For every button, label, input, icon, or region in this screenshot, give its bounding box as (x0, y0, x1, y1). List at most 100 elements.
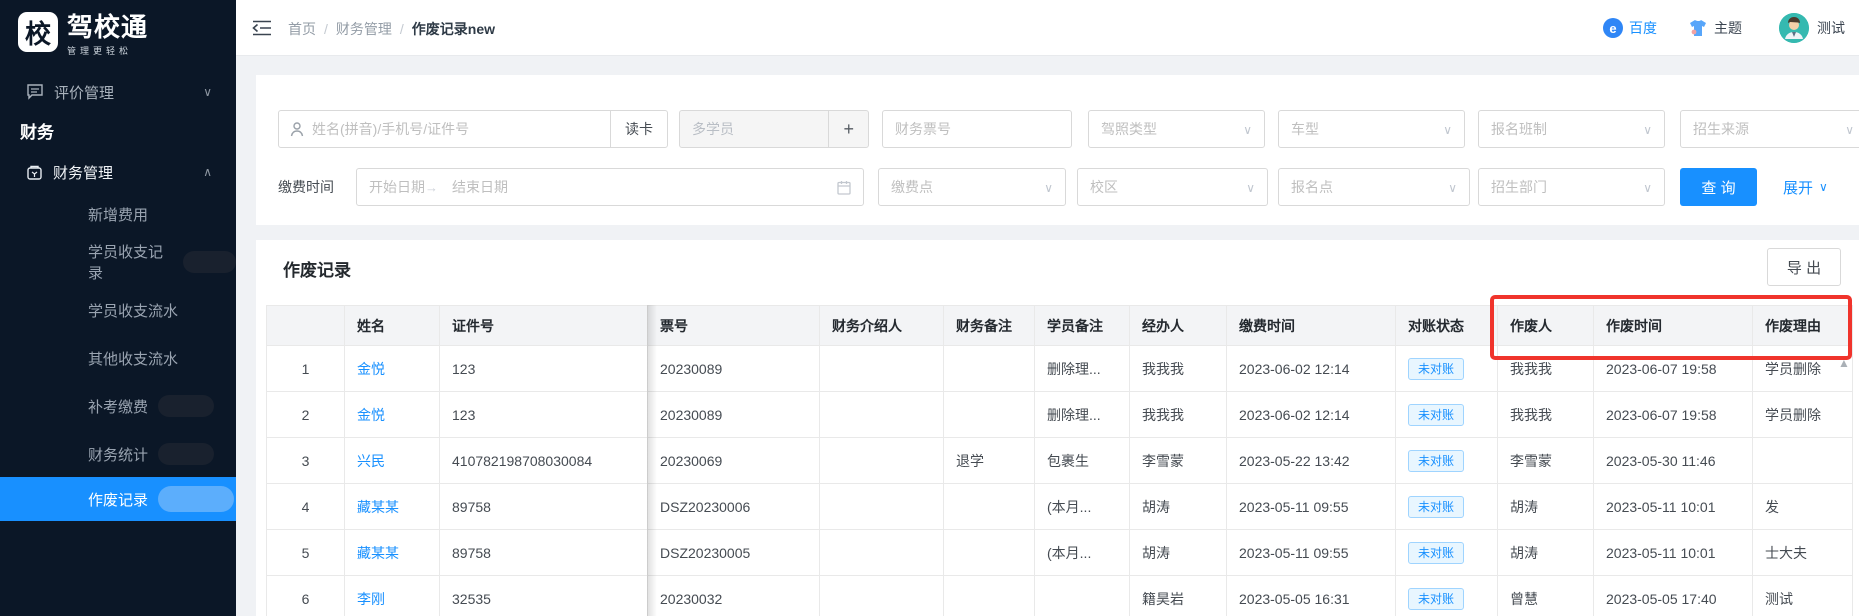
license-type-select[interactable]: 驾照类型 (1088, 110, 1265, 148)
cell-name: 兴民 (344, 437, 440, 484)
payment-date-range[interactable]: 开始日期 结束日期 (356, 168, 864, 206)
sidebar-item-evaluation[interactable]: 评价管理 ∨ (0, 72, 236, 112)
cell-pay_time: 2023-05-05 16:31 (1226, 575, 1396, 616)
cell-id: 123 (439, 391, 648, 438)
sidebar-item-student-payment-records[interactable]: 学员收支记录 (0, 242, 236, 282)
chevron-up-icon: ∧ (203, 165, 212, 179)
cell-index: 5 (266, 529, 345, 576)
student-search-input[interactable] (312, 121, 610, 137)
multi-student-field[interactable]: 多学员 + (679, 110, 869, 148)
breadcrumb-separator (324, 21, 328, 37)
status-badge: 未对账 (1408, 495, 1465, 518)
censored-badge (158, 395, 215, 417)
student-name-link[interactable]: 李刚 (357, 591, 385, 607)
table-header: 姓名 证件号 票号 财务介绍人 财务备注 学员备注 经办人 缴费时间 对账状态 作废人 作废时间 作废… (266, 305, 1853, 346)
finance-icon (26, 164, 43, 181)
sidebar-item-add-fee[interactable]: 新增费用 (0, 194, 236, 234)
cell-fin_intro (819, 483, 944, 530)
cell-void_time: 2023-05-11 10:01 (1593, 529, 1753, 576)
sidebar-item-retest-payment[interactable]: 补考缴费 (0, 386, 236, 426)
cell-fin_note (943, 391, 1035, 438)
avatar (1779, 13, 1809, 43)
baidu-shortcut[interactable]: e 百度 (1603, 0, 1657, 56)
read-card-button[interactable]: 读卡 (610, 111, 667, 147)
app-logo: 校 驾校通 管理更轻松 (18, 12, 148, 57)
username: 测试 (1817, 20, 1845, 36)
cell-ticket: 20230089 (647, 391, 820, 438)
cell-pay_time: 2023-06-02 12:14 (1226, 345, 1396, 392)
sidebar-item-other-payment-flow[interactable]: 其他收支流水 (0, 338, 236, 378)
censored-badge (183, 251, 236, 273)
chevron-down-icon (1243, 121, 1252, 137)
sidebar-item-void-records[interactable]: 作废记录 (0, 477, 236, 521)
campus-select[interactable]: 校区 (1077, 168, 1268, 206)
table-row: 5 藏某某 89758 DSZ20230005 (本月... 胡涛 2023-05-11 0… (266, 529, 1853, 576)
table-row: 3 兴民 410782198708030084 20230069 退学 包裹生 李雪蒙 202… (266, 437, 1853, 484)
select-placeholder: 报名班制 (1491, 121, 1547, 137)
col-header-fin_note: 财务备注 (943, 305, 1035, 346)
cell-pay_time: 2023-05-11 09:55 (1226, 483, 1396, 530)
cell-status: 未对账 (1395, 529, 1498, 576)
cell-fin_intro (819, 391, 944, 438)
cell-index: 6 (266, 575, 345, 616)
browser-icon: e (1603, 18, 1623, 38)
start-date-placeholder: 开始日期 (369, 179, 425, 195)
cell-index: 3 (266, 437, 345, 484)
select-placeholder: 车型 (1291, 121, 1319, 137)
logo-icon: 校 (18, 12, 58, 52)
student-name-link[interactable]: 金悦 (357, 361, 385, 377)
sidebar-item-finance-management[interactable]: 财务管理 ∧ (0, 152, 236, 192)
cell-void_by: 曾慧 (1497, 575, 1594, 616)
collapse-sidebar-icon[interactable] (252, 20, 272, 39)
enrollment-source-select[interactable]: 招生来源 (1680, 110, 1859, 148)
col-header-pay_time: 缴费时间 (1226, 305, 1396, 346)
sidebar-item-label: 评价管理 (54, 84, 115, 102)
sidebar-item-student-payment-flow[interactable]: 学员收支流水 (0, 290, 236, 330)
cell-status: 未对账 (1395, 437, 1498, 484)
student-name-link[interactable]: 金悦 (357, 407, 385, 423)
cell-operator: 籍昊岩 (1129, 575, 1227, 616)
sidebar-section-finance: 财务 (20, 123, 54, 142)
expand-filters-link[interactable]: 展开 ∨ (1783, 168, 1828, 206)
export-button[interactable]: 导 出 (1767, 248, 1841, 286)
cell-index: 4 (266, 483, 345, 530)
ticket-number-input[interactable] (895, 121, 1059, 137)
enrollment-dept-select[interactable]: 招生部门 (1478, 168, 1665, 206)
sidebar-item-label: 学员收支流水 (88, 302, 179, 320)
cell-void_reason: 士大夫 (1752, 529, 1853, 576)
cell-void_time: 2023-06-07 19:58 (1593, 345, 1753, 392)
search-button[interactable]: 查 询 (1680, 168, 1757, 206)
status-badge: 未对账 (1408, 403, 1465, 426)
cell-status: 未对账 (1395, 391, 1498, 438)
sidebar-item-finance-statistics[interactable]: 财务统计 (0, 434, 236, 474)
add-student-button[interactable]: + (828, 111, 868, 147)
theme-switcher[interactable]: 主题 (1688, 0, 1742, 56)
col-header-status: 对账状态 (1395, 305, 1498, 346)
cell-void_time: 2023-05-11 10:01 (1593, 483, 1753, 530)
void-records-panel: 作废记录 导 出 姓名 证件号 票号 财务介绍人 财务备注 学员备注 经办人 缴费时间 对账状态… (256, 240, 1859, 616)
student-name-link[interactable]: 兴民 (357, 453, 385, 469)
select-placeholder: 招生来源 (1693, 121, 1749, 137)
payment-point-select[interactable]: 缴费点 (878, 168, 1066, 206)
student-name-link[interactable]: 藏某某 (357, 499, 399, 515)
student-name-link[interactable]: 藏某某 (357, 545, 399, 561)
app-window: 校 驾校通 管理更轻松 评价管理 ∨ 财务 财务管理 ∧ 新增费用 学员收支记录 (0, 0, 1859, 616)
person-icon (290, 121, 304, 137)
breadcrumb-finance[interactable]: 财务管理 (336, 19, 392, 39)
registration-point-select[interactable]: 报名点 (1278, 168, 1470, 206)
vehicle-type-select[interactable]: 车型 (1278, 110, 1465, 148)
comment-icon (26, 84, 44, 100)
user-menu[interactable]: 测试 (1779, 0, 1845, 56)
table-row: 1 金悦 123 20230089 删除理... 我我我 2023-06-02 12:14 未… (266, 345, 1853, 392)
col-header-void_by: 作废人 (1497, 305, 1594, 346)
col-header-name: 姓名 (344, 305, 440, 346)
breadcrumb: 首页 财务管理 作废记录new (288, 19, 495, 39)
breadcrumb-home[interactable]: 首页 (288, 19, 316, 39)
cell-ticket: DSZ20230006 (647, 483, 820, 530)
class-type-select[interactable]: 报名班制 (1478, 110, 1665, 148)
scroll-up-arrow-icon[interactable]: ▲ (1838, 356, 1850, 370)
cell-pay_time: 2023-05-22 13:42 (1226, 437, 1396, 484)
breadcrumb-current: 作废记录new (411, 21, 496, 37)
col-header-id: 证件号 (439, 305, 648, 346)
cell-fin_note (943, 483, 1035, 530)
